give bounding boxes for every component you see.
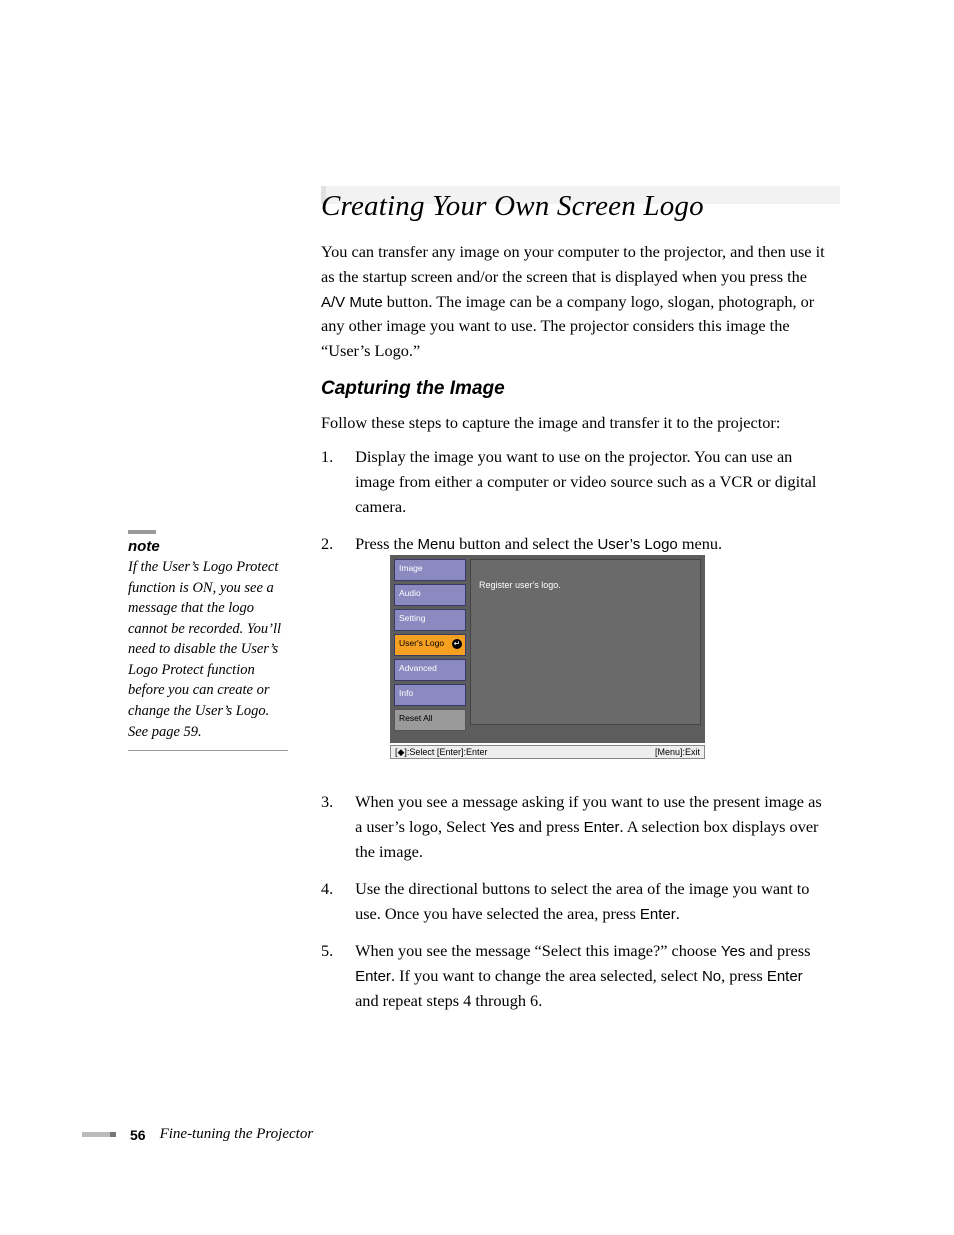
t: Use the directional buttons to select th…	[355, 879, 809, 923]
menu-item-advanced[interactable]: Advanced	[394, 659, 466, 681]
intro-text-a: You can transfer any image on your compu…	[321, 242, 825, 286]
enter-label: Enter	[355, 968, 391, 985]
menu-footer: [◆]:Select [Enter]:Enter [Menu]:Exit	[390, 745, 705, 759]
menu-item-info[interactable]: Info	[394, 684, 466, 706]
page-number: 56	[130, 1127, 146, 1143]
footer-tick-icon	[82, 1132, 116, 1137]
yes-label: Yes	[721, 943, 745, 960]
t: Press the	[355, 534, 417, 553]
note-title: note	[128, 538, 288, 555]
no-label: No	[702, 968, 721, 985]
step-num: 2.	[321, 532, 351, 557]
projector-menu-screenshot: Image Audio Setting User's Logo ↵ Advanc…	[390, 555, 705, 759]
enter-icon: ↵	[452, 639, 462, 649]
t: menu.	[678, 534, 722, 553]
menu-panel: Image Audio Setting User's Logo ↵ Advanc…	[390, 555, 705, 743]
menu-content: Register user's logo.	[470, 559, 701, 725]
note-rule	[128, 530, 156, 534]
manual-page: Creating Your Own Screen Logo You can tr…	[0, 0, 954, 1235]
step-body: Use the directional buttons to select th…	[355, 877, 825, 927]
t: and repeat steps 4 through 6.	[355, 991, 542, 1010]
yes-label: Yes	[490, 819, 514, 836]
menu-item-users-logo[interactable]: User's Logo ↵	[394, 634, 466, 656]
av-mute-label: A/V Mute	[321, 294, 383, 311]
section-title: Fine-tuning the Projector	[160, 1126, 314, 1143]
t: When you see the message “Select this im…	[355, 941, 721, 960]
enter-label: Enter	[584, 819, 620, 836]
menu-item-setting[interactable]: Setting	[394, 609, 466, 631]
enter-label: Enter	[767, 968, 803, 985]
step-5: 5. When you see the message “Select this…	[321, 939, 831, 1013]
step-body: When you see the message “Select this im…	[355, 939, 825, 1013]
menu-item-audio[interactable]: Audio	[394, 584, 466, 606]
menu-item-reset-all[interactable]: Reset All	[394, 709, 466, 731]
t: and press	[745, 941, 810, 960]
step-1: 1. Display the image you want to use on …	[321, 445, 831, 519]
page-title: Creating Your Own Screen Logo	[321, 190, 704, 223]
step-body: Display the image you want to use on the…	[355, 445, 825, 519]
users-logo-label: User’s Logo	[597, 536, 677, 553]
intro-paragraph: You can transfer any image on your compu…	[321, 240, 826, 364]
note-block: note If the User’s Logo Protect function…	[128, 530, 288, 751]
menu-item-image[interactable]: Image	[394, 559, 466, 581]
note-text: If the User’s Logo Protect function is O…	[128, 557, 288, 742]
step-num: 4.	[321, 877, 351, 902]
step-2: 2. Press the Menu button and select the …	[321, 532, 831, 557]
menu-footer-left: [◆]:Select [Enter]:Enter	[395, 747, 487, 758]
t: .	[676, 904, 680, 923]
step-body: Press the Menu button and select the Use…	[355, 532, 825, 557]
t: button and select the	[455, 534, 597, 553]
menu-sidebar: Image Audio Setting User's Logo ↵ Advanc…	[394, 559, 466, 734]
menu-label: Menu	[417, 536, 455, 553]
step-4: 4. Use the directional buttons to select…	[321, 877, 831, 927]
sub-heading: Capturing the Image	[321, 378, 505, 400]
step-num: 5.	[321, 939, 351, 964]
t: and press	[514, 817, 583, 836]
intro2: Follow these steps to capture the image …	[321, 411, 831, 436]
page-footer: 56 Fine-tuning the Projector	[82, 1126, 313, 1143]
intro-text-c: button. The image can be a company logo,…	[321, 292, 814, 361]
step-3: 3. When you see a message asking if you …	[321, 790, 831, 864]
t: , press	[721, 966, 767, 985]
t: . If you want to change the area selecte…	[391, 966, 702, 985]
step-body: When you see a message asking if you wan…	[355, 790, 825, 864]
enter-label: Enter	[640, 906, 676, 923]
step-num: 1.	[321, 445, 351, 470]
note-rule	[128, 750, 288, 751]
step-num: 3.	[321, 790, 351, 815]
menu-item-label: User's Logo	[399, 638, 444, 648]
menu-footer-right: [Menu]:Exit	[655, 747, 700, 757]
